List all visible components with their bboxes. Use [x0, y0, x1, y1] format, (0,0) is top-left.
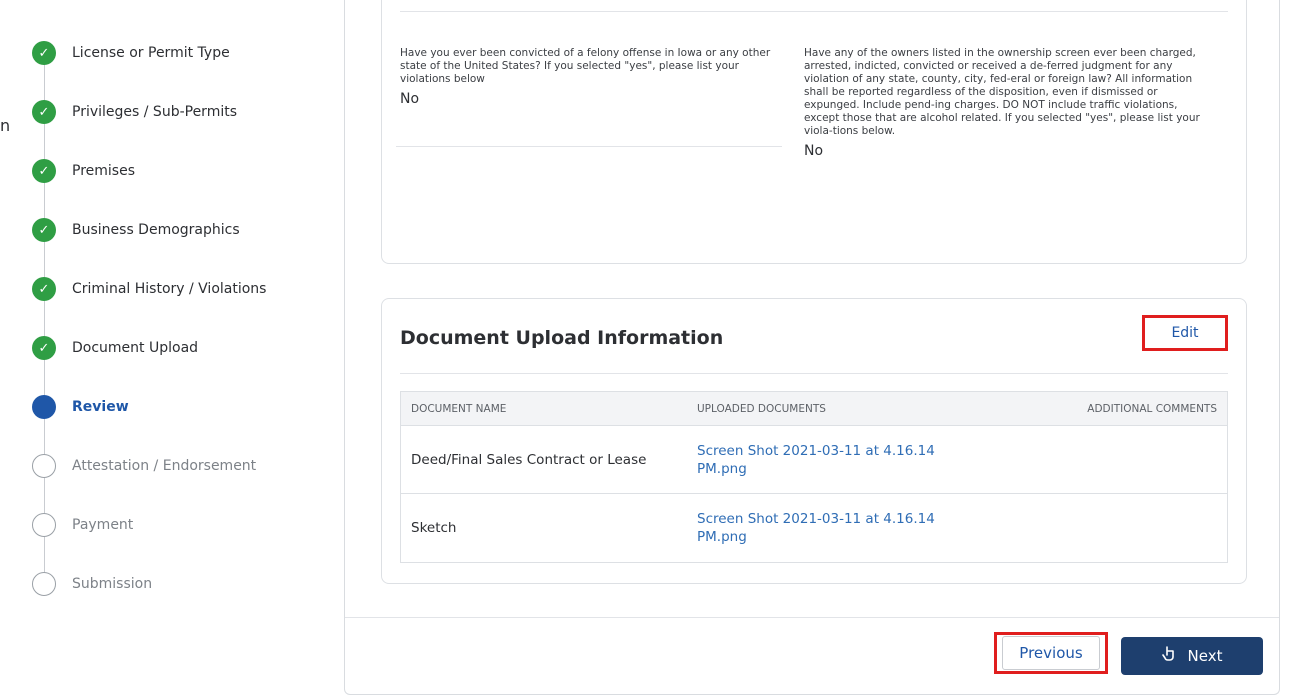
- step-label: Payment: [72, 517, 134, 533]
- previous-button[interactable]: Previous: [994, 632, 1108, 674]
- check-icon: ✓: [32, 41, 56, 65]
- footer-divider: [345, 617, 1279, 618]
- progress-stepper: n ✓ License or Permit Type ✓ Privileges …: [0, 0, 345, 695]
- uploaded-file-link[interactable]: Screen Shot 2021-03-11 at 4.16.14 PM.png: [697, 442, 957, 478]
- step-submission: Submission: [32, 571, 152, 597]
- documents-table: DOCUMENT NAME UPLOADED DOCUMENTS ADDITIO…: [400, 391, 1228, 563]
- table-header: DOCUMENT NAME UPLOADED DOCUMENTS ADDITIO…: [401, 392, 1227, 426]
- step-label: Privileges / Sub-Permits: [72, 104, 238, 120]
- column-header-uploaded-documents: UPLOADED DOCUMENTS: [697, 402, 826, 415]
- column-header-additional-comments: ADDITIONAL COMMENTS: [1087, 402, 1217, 415]
- step-label: Attestation / Endorsement: [72, 458, 257, 474]
- step-document-upload[interactable]: ✓ Document Upload: [32, 335, 198, 361]
- answer-value: No: [804, 143, 824, 159]
- divider: [400, 373, 1228, 374]
- table-row: Sketch Screen Shot 2021-03-11 at 4.16.14…: [401, 494, 1227, 562]
- step-review[interactable]: Review: [32, 394, 129, 420]
- step-attestation-endorsement: Attestation / Endorsement: [32, 453, 256, 479]
- check-icon: ✓: [32, 100, 56, 124]
- empty-circle-icon: [32, 572, 56, 596]
- edit-button[interactable]: Edit: [1142, 315, 1228, 351]
- check-icon: ✓: [32, 277, 56, 301]
- owners-charges-question: Have any of the owners listed in the own…: [804, 47, 1214, 160]
- empty-circle-icon: [32, 513, 56, 537]
- step-label: Business Demographics: [72, 222, 240, 238]
- step-label: Document Upload: [72, 340, 199, 356]
- empty-circle-icon: [32, 454, 56, 478]
- step-criminal-history-violations[interactable]: ✓ Criminal History / Violations: [32, 276, 266, 302]
- document-name: Sketch: [411, 520, 457, 536]
- divider: [396, 146, 782, 147]
- stepper-connector-line: [44, 52, 45, 587]
- step-business-demographics[interactable]: ✓ Business Demographics: [32, 217, 240, 243]
- next-button[interactable]: Next: [1121, 637, 1263, 675]
- step-label: License or Permit Type: [72, 45, 230, 61]
- felony-question: Have you ever been convicted of a felony…: [400, 47, 792, 108]
- step-label: Review: [72, 399, 129, 415]
- next-button-label: Next: [1187, 647, 1223, 665]
- step-label: Criminal History / Violations: [72, 281, 267, 297]
- answer-value: No: [400, 91, 420, 107]
- column-header-document-name: DOCUMENT NAME: [411, 402, 507, 415]
- question-text: Have any of the owners listed in the own…: [804, 47, 1200, 137]
- check-icon: ✓: [32, 218, 56, 242]
- page: n ✓ License or Permit Type ✓ Privileges …: [0, 0, 1290, 695]
- table-row: Deed/Final Sales Contract or Lease Scree…: [401, 426, 1227, 494]
- criminal-history-card: Have you ever been convicted of a felony…: [381, 0, 1247, 264]
- step-license-or-permit-type[interactable]: ✓ License or Permit Type: [32, 40, 230, 66]
- divider: [400, 11, 1228, 12]
- question-text: Have you ever been convicted of a felony…: [400, 47, 771, 85]
- check-icon: ✓: [32, 336, 56, 360]
- review-main-panel: Have you ever been convicted of a felony…: [344, 0, 1280, 695]
- uploaded-file-link[interactable]: Screen Shot 2021-03-11 at 4.16.14 PM.png: [697, 510, 957, 546]
- document-name: Deed/Final Sales Contract or Lease: [411, 451, 647, 468]
- step-premises[interactable]: ✓ Premises: [32, 158, 135, 184]
- current-step-dot-icon: [32, 395, 56, 419]
- stray-text: n: [0, 116, 11, 135]
- step-privileges-sub-permits[interactable]: ✓ Privileges / Sub-Permits: [32, 99, 237, 125]
- step-label: Premises: [72, 163, 135, 179]
- step-label: Submission: [72, 576, 153, 592]
- section-title: Document Upload Information: [400, 327, 724, 349]
- step-payment: Payment: [32, 512, 133, 538]
- previous-button-label: Previous: [1002, 636, 1100, 670]
- hand-pointer-icon: [1161, 646, 1176, 666]
- check-icon: ✓: [32, 159, 56, 183]
- document-upload-card: Document Upload Information Edit DOCUMEN…: [381, 298, 1247, 584]
